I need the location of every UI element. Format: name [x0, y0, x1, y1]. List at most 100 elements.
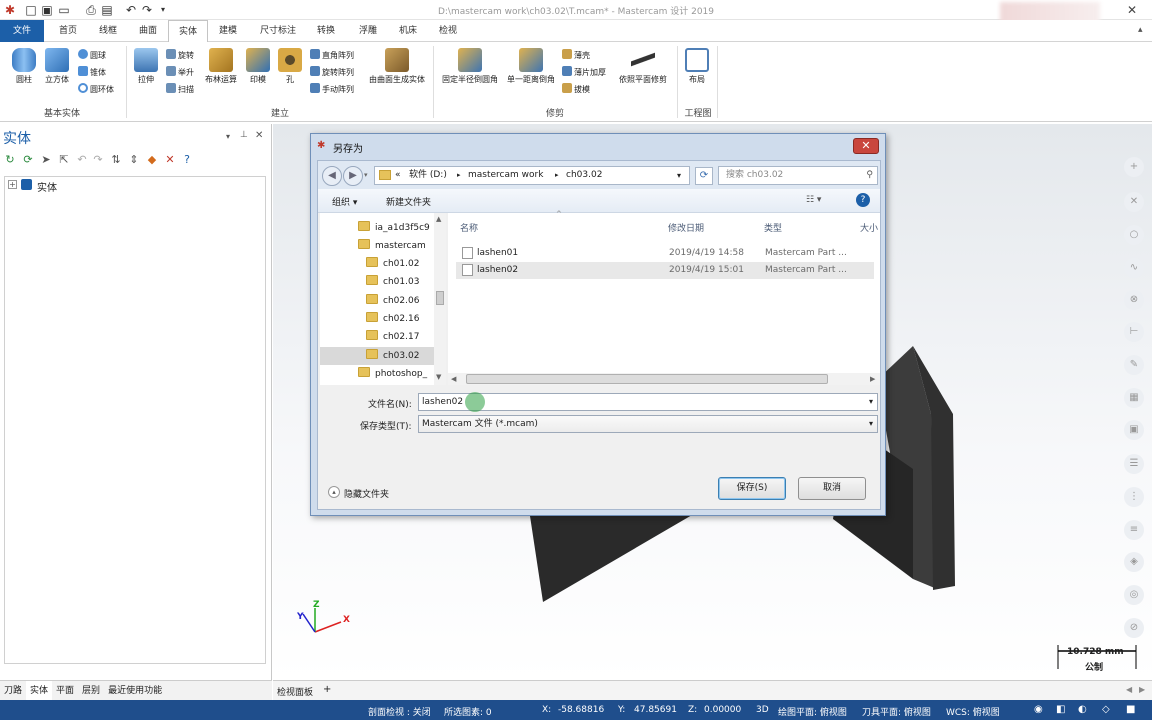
thicken-button[interactable]: 薄片加厚 [562, 66, 606, 80]
loft-button[interactable]: 举升 [166, 66, 194, 80]
panel-close-icon[interactable]: ✕ [255, 130, 263, 141]
stack-icon[interactable]: ◈ [1124, 552, 1144, 572]
address-bar[interactable]: « 软件 (D:) ▸ mastercam work ▸ ch03.02 ▾ [374, 166, 690, 185]
revolve-button[interactable]: 旋转 [166, 49, 194, 63]
layer-icon[interactable]: ▣ [1124, 420, 1144, 440]
folder-mastercam[interactable]: mastercam [358, 237, 434, 255]
hole-button[interactable]: 孔 [276, 48, 304, 85]
tab-planes[interactable]: 平面 [52, 681, 78, 701]
shading-mode-icon[interactable]: ◧ [1056, 704, 1065, 715]
tab-surfaces[interactable]: 曲面 [130, 20, 166, 42]
sort-icon[interactable]: ≡ [1124, 520, 1144, 540]
sphere-button[interactable]: 圆球 [78, 49, 106, 63]
horizontal-scroll-thumb[interactable] [466, 374, 828, 384]
tab-solids[interactable]: 实体 [168, 20, 208, 43]
column-header-type[interactable]: 类型 [764, 221, 782, 234]
chamfer-button[interactable]: 单一距离倒角 [502, 48, 560, 85]
list-icon[interactable]: ☰ [1124, 454, 1144, 474]
close-window-icon[interactable]: ✕ [1112, 0, 1152, 20]
regenerate-all-icon[interactable]: ↻ [4, 154, 16, 166]
scroll-thumb[interactable] [436, 291, 444, 305]
file-list-scrollbar[interactable]: ◀ ▶ [448, 373, 880, 385]
tab-solids-manager[interactable]: 实体 [26, 681, 53, 701]
sweep-button[interactable]: 扫描 [166, 83, 194, 97]
folder-ch0102[interactable]: ch01.02 [366, 255, 434, 273]
tool-plane-status[interactable]: 刀具平面: 俯视图 [862, 705, 931, 718]
rotary-array-button[interactable]: 旋转阵列 [310, 66, 354, 80]
tree-expand-icon[interactable]: + [8, 180, 17, 189]
panel-pin-icon[interactable]: ⊥ [240, 130, 248, 140]
tree-root-label[interactable]: 实体 [37, 179, 57, 194]
dialog-close-button[interactable]: ✕ [853, 138, 879, 154]
tab-drafting[interactable]: 尺寸标注 [252, 20, 304, 42]
tab-home[interactable]: 首页 [50, 20, 86, 42]
mode-3d-toggle[interactable]: 3D [756, 705, 769, 715]
measure-icon[interactable]: ✕ [1124, 192, 1144, 212]
wireframe-icon[interactable]: ◇ [1102, 704, 1110, 715]
select-icon[interactable]: ➤ [40, 154, 52, 166]
tab-toolpaths[interactable]: 刀路 [0, 681, 26, 701]
print-icon[interactable]: ⎙ [84, 3, 98, 17]
folder-ia[interactable]: ia_a1d3f5c9 [358, 219, 434, 237]
tab-wireframe[interactable]: 线框 [90, 20, 126, 42]
address-segment-drive[interactable]: 软件 (D:) [409, 167, 447, 184]
scroll-right-icon[interactable]: ▶ [870, 375, 875, 383]
solid-from-surfaces-button[interactable]: 由曲面生成实体 [364, 48, 430, 85]
delete-icon[interactable]: ✕ [164, 154, 176, 166]
cancel-button[interactable]: 取消 [798, 477, 866, 500]
grid-icon[interactable]: ⋮ [1124, 487, 1144, 507]
impression-button[interactable]: 印模 [244, 48, 272, 85]
block-button[interactable]: 立方体 [40, 48, 74, 85]
search-box[interactable]: 搜索 ch03.02 ⚲ [718, 166, 878, 185]
scroll-left-icon[interactable]: ◀ [1126, 685, 1132, 694]
address-separator-icon[interactable]: ▸ [457, 167, 461, 184]
tab-model-prep[interactable]: 建模 [210, 20, 246, 42]
tab-machine[interactable]: 机床 [390, 20, 426, 42]
collapse-icon[interactable]: ▴ [328, 486, 340, 498]
wcs-status[interactable]: WCS: 俯视图 [946, 705, 1000, 718]
quick-access-dropdown-icon[interactable]: ▾ [156, 3, 170, 17]
target-icon[interactable]: ◎ [1124, 585, 1144, 605]
move-icon[interactable]: ⇅ [110, 154, 122, 166]
save-icon[interactable]: ▣ [40, 3, 54, 17]
tab-relief[interactable]: 浮雕 [350, 20, 386, 42]
filename-input[interactable]: lashen02 ▾ [418, 392, 878, 412]
folder-ch0302[interactable]: ch03.02 [320, 347, 434, 365]
expand-icon[interactable]: ⇕ [128, 154, 140, 166]
scroll-up-icon[interactable]: ▲ [436, 215, 441, 223]
folder-ch0206[interactable]: ch02.06 [366, 292, 434, 310]
organize-button[interactable]: 组织 ▾ [332, 195, 357, 208]
column-header-size[interactable]: 大小 [860, 221, 878, 234]
fillet-button[interactable]: 固定半径倒圆角 [438, 48, 502, 85]
filetype-dropdown-icon[interactable]: ▾ [869, 416, 873, 432]
print-preview-icon[interactable]: ▤ [100, 3, 114, 17]
refresh-icon[interactable]: ⟳ [695, 167, 713, 185]
column-header-date[interactable]: 修改日期 [668, 221, 704, 234]
tab-view[interactable]: 检视 [430, 20, 466, 42]
folder-ch0103[interactable]: ch01.03 [366, 273, 434, 291]
zoom-in-icon[interactable]: + [1124, 157, 1144, 177]
arc-icon[interactable]: ∿ [1124, 258, 1144, 278]
tab-transform[interactable]: 转换 [308, 20, 344, 42]
panel-dropdown-icon[interactable]: ▾ [226, 132, 230, 141]
torus-button[interactable]: 圆环体 [78, 83, 114, 97]
save-button[interactable]: 保存(S) [718, 477, 786, 500]
undo-icon[interactable]: ↶ [124, 3, 138, 17]
cylinder-button[interactable]: 圆柱 [8, 48, 40, 85]
address-segment-mastercam-work[interactable]: mastercam work [468, 167, 543, 184]
redo-icon[interactable]: ↷ [92, 154, 104, 166]
extrude-button[interactable]: 拉伸 [132, 48, 160, 85]
globe-icon[interactable]: ◉ [1034, 704, 1043, 715]
tab-levels[interactable]: 层别 [78, 681, 104, 701]
file-row[interactable]: lashen01 2019/4/19 14:58 Mastercam Part … [456, 245, 874, 262]
section-view-status[interactable]: 剖面检视 : 关闭 [368, 705, 431, 718]
solid-icon[interactable]: ◆ [146, 154, 158, 166]
dimension-icon[interactable]: ⊢ [1124, 322, 1144, 342]
boolean-button[interactable]: 布林运算 [202, 48, 240, 85]
column-header-name[interactable]: 名称 [460, 221, 478, 234]
regenerate-icon[interactable]: ⟳ [22, 154, 34, 166]
folder-photoshop[interactable]: photoshop_ [358, 365, 434, 383]
scroll-left-icon[interactable]: ◀ [451, 375, 456, 383]
back-button[interactable]: ◀ [322, 166, 342, 186]
dialog-title-bar[interactable]: ✱ 另存为 ✕ [311, 134, 885, 160]
